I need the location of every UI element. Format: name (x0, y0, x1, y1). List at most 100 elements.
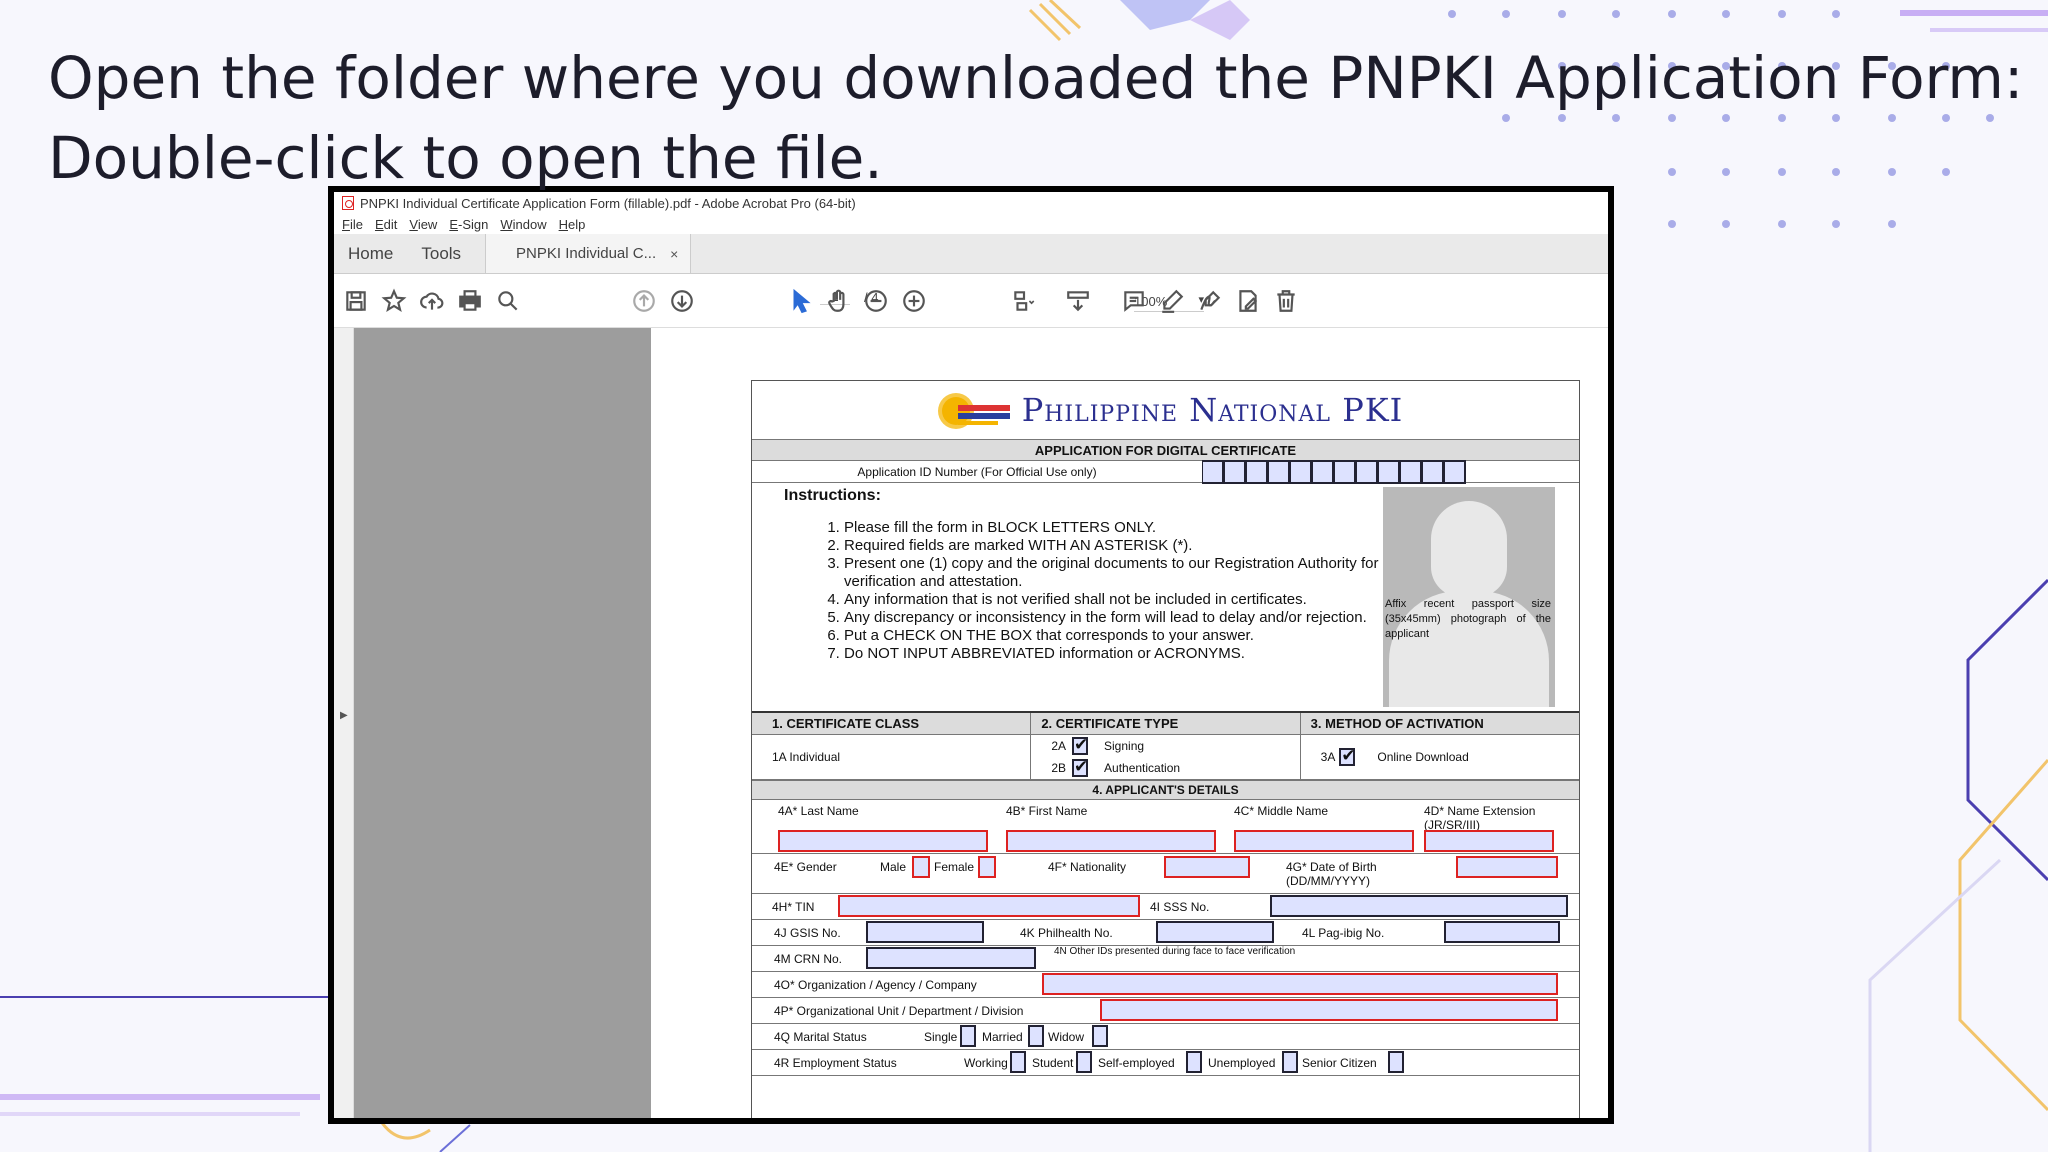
female-checkbox[interactable] (978, 856, 996, 878)
married-checkbox[interactable] (1028, 1025, 1044, 1047)
menu-esign[interactable]: E-Sign (449, 217, 488, 232)
self-employed-checkbox[interactable] (1186, 1051, 1202, 1073)
single-checkbox[interactable] (960, 1025, 976, 1047)
philhealth-input[interactable] (1156, 921, 1274, 943)
last-name-input[interactable] (778, 830, 988, 852)
marital-row: 4Q Marital Status Single Married Widow (752, 1024, 1579, 1050)
middle-name-input[interactable] (1234, 830, 1414, 852)
org-unit-input[interactable] (1100, 999, 1558, 1021)
employment-row: 4R Employment Status Working Student Sel… (752, 1050, 1579, 1076)
student-checkbox[interactable] (1076, 1051, 1092, 1073)
senior-checkbox[interactable] (1388, 1051, 1404, 1073)
tab-bar: Home Tools PNPKI Individual C... × (334, 234, 1608, 274)
toolbar: 1 / 4 100% (334, 274, 1608, 328)
female-label: Female (934, 860, 975, 874)
cloud-upload-icon[interactable] (418, 287, 446, 315)
online-download-checkbox[interactable] (1339, 746, 1356, 766)
delete-icon[interactable] (1272, 287, 1300, 315)
menu-window[interactable]: Window (500, 217, 546, 232)
org-unit-row: 4P* Organizational Unit / Department / D… (752, 998, 1579, 1024)
menu-edit[interactable]: Edit (375, 217, 397, 232)
tab-tools[interactable]: Tools (407, 234, 475, 273)
name-extension-input[interactable] (1424, 830, 1554, 852)
instructions-section: Instructions: Please fill the form in BL… (752, 483, 1579, 713)
class-individual: 1A Individual (772, 750, 841, 764)
select-cursor-icon[interactable] (786, 287, 814, 315)
married-label: Married (982, 1030, 1023, 1044)
sec3-header: 3. METHOD OF ACTIVATION (1300, 713, 1579, 735)
tin-input[interactable] (838, 895, 1140, 917)
edit-pdf-icon[interactable] (1234, 287, 1262, 315)
page-down-icon[interactable] (668, 287, 696, 315)
name-extension-label: 4D* Name Extension (JR/SR/III) (1424, 804, 1536, 832)
first-name-input[interactable] (1006, 830, 1216, 852)
menu-help[interactable]: Help (559, 217, 586, 232)
slide-heading: Open the folder where you downloaded the… (48, 38, 2023, 198)
authentication-checkbox[interactable] (1072, 757, 1088, 777)
crn-input[interactable] (866, 947, 1036, 969)
male-checkbox[interactable] (912, 856, 930, 878)
comment-icon[interactable] (1120, 287, 1148, 315)
highlight-pen-icon[interactable] (1158, 287, 1186, 315)
male-label: Male (880, 860, 907, 874)
zoom-in-icon[interactable] (900, 287, 928, 315)
org-unit-label: 4P* Organizational Unit / Department / D… (774, 1004, 1024, 1018)
instruction-item: Do NOT INPUT ABBREVIATED information or … (844, 645, 1386, 663)
zoom-out-icon[interactable] (862, 287, 890, 315)
type-2a-code: 2A (1051, 739, 1067, 753)
type-2b-label: Authentication (1104, 761, 1181, 775)
close-tab-icon[interactable]: × (670, 246, 678, 262)
search-zoom-icon[interactable] (494, 287, 522, 315)
print-icon[interactable] (456, 287, 484, 315)
certificate-type-col: 2. CERTIFICATE TYPE 2A Signing 2B Authen… (1031, 713, 1301, 779)
sss-label: 4I SSS No. (1150, 900, 1210, 914)
sec4-header: 4. APPLICANT'S DETAILS (752, 780, 1579, 800)
nationality-input[interactable] (1164, 856, 1250, 878)
sec1-header: 1. CERTIFICATE CLASS (752, 713, 1031, 735)
unemployed-checkbox[interactable] (1282, 1051, 1298, 1073)
name-row: 4A* Last Name 4B* First Name 4C* Middle … (752, 800, 1579, 854)
single-label: Single (924, 1030, 958, 1044)
heading-line-2: Double-click to open the file. (48, 124, 883, 192)
navigation-pane (354, 328, 651, 1118)
sec2-header: 2. CERTIFICATE TYPE (1031, 713, 1300, 735)
working-checkbox[interactable] (1010, 1051, 1026, 1073)
signing-checkbox[interactable] (1072, 735, 1088, 755)
left-panel-strip[interactable]: ▶ (334, 328, 354, 1118)
menu-view[interactable]: View (409, 217, 437, 232)
first-name-label: 4B* First Name (1006, 804, 1088, 818)
photo-caption: Affix recent passport size (35x45mm) pho… (1385, 598, 1551, 640)
crn-label: 4M CRN No. (774, 952, 843, 966)
gender-row: 4E* Gender Male Female 4F* Nationality 4… (752, 854, 1579, 894)
sss-input[interactable] (1270, 895, 1568, 917)
page-up-icon[interactable] (630, 287, 658, 315)
tab-document-label: PNPKI Individual C... (516, 245, 657, 262)
scroll-mode-icon[interactable] (1064, 287, 1092, 315)
sign-icon[interactable] (1196, 287, 1224, 315)
instruction-item: Any information that is not verified sha… (844, 591, 1386, 609)
student-label: Student (1032, 1056, 1074, 1070)
organization-input[interactable] (1042, 973, 1558, 995)
tab-home[interactable]: Home (334, 234, 407, 273)
self-employed-label: Self-employed (1098, 1056, 1175, 1070)
save-icon[interactable] (342, 287, 370, 315)
hand-pan-icon[interactable] (824, 287, 852, 315)
type-2a-label: Signing (1104, 739, 1145, 753)
document-area: ▶ Philippine National PKI APPLICATION FO… (334, 328, 1608, 1118)
instruction-item: Please fill the form in BLOCK LETTERS ON… (844, 519, 1386, 537)
gsis-input[interactable] (866, 921, 984, 943)
pagibig-input[interactable] (1444, 921, 1560, 943)
logo-text: Philippine National PKI (1021, 391, 1404, 429)
unemployed-label: Unemployed (1208, 1056, 1276, 1070)
menu-file[interactable]: File (342, 217, 363, 232)
expand-panel-icon[interactable]: ▶ (340, 710, 348, 721)
tab-document[interactable]: PNPKI Individual C... × (485, 234, 692, 273)
dob-input[interactable] (1456, 856, 1558, 878)
instructions-heading: Instructions: (784, 487, 881, 504)
instructions-list: Please fill the form in BLOCK LETTERS ON… (826, 519, 1386, 663)
widow-checkbox[interactable] (1092, 1025, 1108, 1047)
page-fit-icon[interactable] (1010, 287, 1038, 315)
pagibig-label: 4L Pag-ibig No. (1302, 926, 1385, 940)
bookmark-star-icon[interactable] (380, 287, 408, 315)
tin-label: 4H* TIN (772, 900, 815, 914)
